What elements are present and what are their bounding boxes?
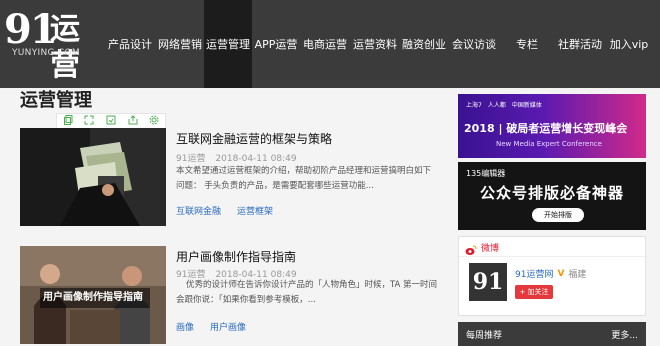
ad-badge: 135编辑器 xyxy=(466,169,506,178)
nav-item-online-marketing[interactable]: 网络营销 xyxy=(156,0,204,88)
article-meta: 91运营 2018-04-11 08:49 xyxy=(176,151,297,164)
ad-headline: 2018 | 破局者运营增长变现峰会 xyxy=(464,122,628,135)
nav-item-startup-funding[interactable]: 融资创业 xyxy=(400,0,448,88)
weibo-avatar[interactable]: 91 xyxy=(469,263,507,301)
article-tag[interactable]: 画像 xyxy=(176,323,194,333)
article-source[interactable]: 91运营 xyxy=(176,154,205,164)
article-date: 2018-04-11 08:49 xyxy=(215,154,297,164)
weekly-recommend-header: 每周推荐 更多... xyxy=(458,322,646,346)
logo-domain: YUNYING.COM xyxy=(12,48,80,58)
thumbnail-caption: 用户画像制作指导指南 xyxy=(43,292,143,303)
nav-item-operations-materials[interactable]: 运营资料 xyxy=(350,0,400,88)
weibo-icon xyxy=(465,241,477,255)
weibo-header: 微博 xyxy=(459,237,645,257)
article-card: 互联网金融运营的框架与策略 91运营 2018-04-11 08:49 本文希望通… xyxy=(20,124,440,232)
weibo-title: 微博 xyxy=(481,244,500,254)
article-description: 本文希望通过运营框架的介绍，帮助初阶产品经理和运营搞明白如下问题： 手头负责的产… xyxy=(176,166,432,191)
more-link[interactable]: 更多... xyxy=(611,328,638,341)
main-nav: 产品设计 网络营销 运营管理 APP运营 电商运营 运营资料 融资创业 会议访谈… xyxy=(104,0,652,88)
ad-subtitle: New Media Expert Conference xyxy=(496,140,602,148)
article-description: 优秀的设计师在告诉你设计产品的「人物角色」时候，TA 第一时间会跟你说：「如果你… xyxy=(176,280,438,305)
weibo-account: 91运营网 V 福建 xyxy=(515,267,587,281)
weibo-account-name[interactable]: 91运营网 xyxy=(515,267,553,280)
logo-number: 91 xyxy=(4,6,58,53)
weibo-widget: 微博 91 91运营网 V 福建 + 加关注 xyxy=(458,236,646,316)
article-thumbnail[interactable] xyxy=(20,128,166,226)
weekly-title: 每周推荐 xyxy=(466,331,503,341)
top-navigation-bar: 91 运营 YUNYING.COM 产品设计 网络营销 运营管理 APP运营 电… xyxy=(0,0,660,88)
article-tags: 画像 用户画像 xyxy=(176,320,246,333)
article-tag[interactable]: 互联网金融 xyxy=(176,207,221,217)
nav-item-conferences-interviews[interactable]: 会议访谈 xyxy=(448,0,500,88)
conference-banner-ad[interactable]: 上海7 人人都 中国新媒体 2018 | 破局者运营增长变现峰会 New Med… xyxy=(458,94,646,158)
nav-item-join-vip[interactable]: 加入vip xyxy=(606,0,652,88)
article-tag[interactable]: 用户画像 xyxy=(210,323,246,333)
start-layout-button[interactable]: 开始排版 xyxy=(532,208,584,222)
nav-item-app-operations[interactable]: APP运营 xyxy=(252,0,300,88)
follow-button[interactable]: + 加关注 xyxy=(515,285,553,299)
article-card: 用户画像制作指导指南 用户画像制作指导指南 91运营 2018-04-11 08:… xyxy=(20,242,440,346)
article-title[interactable]: 用户画像制作指导指南 xyxy=(176,248,296,265)
nav-item-columns[interactable]: 专栏 xyxy=(500,0,554,88)
weibo-location: 福建 xyxy=(568,270,587,280)
nav-item-community-events[interactable]: 社群活动 xyxy=(554,0,606,88)
nav-item-product-design[interactable]: 产品设计 xyxy=(104,0,156,88)
article-thumbnail[interactable]: 用户画像制作指导指南 xyxy=(20,246,166,344)
ad-title: 公众号排版必备神器 xyxy=(479,184,624,202)
article-tag[interactable]: 运营框架 xyxy=(237,207,273,217)
article-title[interactable]: 互联网金融运营的框架与策略 xyxy=(176,130,332,147)
site-logo[interactable]: 91 运营 YUNYING.COM xyxy=(4,6,104,84)
article-tags: 互联网金融 运营框架 xyxy=(176,204,273,217)
verified-badge: V xyxy=(557,268,565,279)
nav-item-operations-management[interactable]: 运营管理 xyxy=(204,0,252,88)
nav-item-ecommerce-operations[interactable]: 电商运营 xyxy=(300,0,350,88)
ad-logos: 上海7 人人都 中国新媒体 xyxy=(466,102,542,109)
editor-banner-ad[interactable]: 135编辑器 公众号排版必备神器 开始排版 xyxy=(458,162,646,230)
page-title: 运营管理 xyxy=(20,90,92,111)
